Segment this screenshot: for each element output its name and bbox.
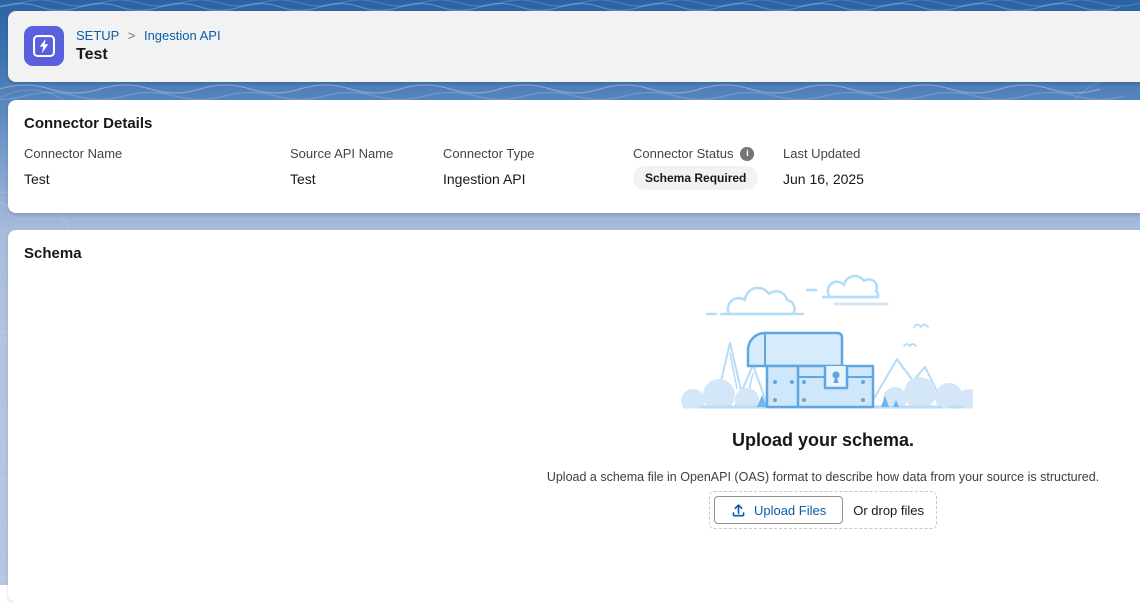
- file-drop-zone[interactable]: Upload Files Or drop files: [709, 491, 937, 529]
- field-value: Test: [290, 171, 443, 187]
- schema-heading: Schema: [8, 230, 1140, 262]
- empty-state-title: Upload your schema.: [732, 430, 914, 451]
- field-last-updated: Last Updated Jun 16, 2025: [783, 146, 864, 190]
- schema-card: Schema: [8, 230, 1140, 602]
- field-label: Source API Name: [290, 146, 443, 161]
- field-label: Connector Type: [443, 146, 633, 161]
- page-header-card: SETUP > Ingestion API Test: [8, 11, 1140, 82]
- upload-files-button[interactable]: Upload Files: [714, 496, 843, 524]
- field-connector-type: Connector Type Ingestion API: [443, 146, 633, 190]
- field-value: Test: [24, 171, 290, 187]
- or-drop-files-label: Or drop files: [853, 503, 932, 518]
- treasure-chest-illustration: [673, 267, 973, 417]
- lightning-bolt-icon: [31, 33, 57, 59]
- field-connector-status: Connector Status i Schema Required: [633, 146, 783, 190]
- breadcrumb-setup-link[interactable]: SETUP: [76, 28, 119, 43]
- status-badge: Schema Required: [633, 166, 758, 190]
- upload-icon: [731, 503, 746, 518]
- info-icon[interactable]: i: [740, 147, 754, 161]
- field-label: Connector Status: [633, 146, 733, 161]
- upload-files-label: Upload Files: [754, 503, 826, 518]
- connector-details-heading: Connector Details: [8, 100, 1140, 132]
- schema-empty-state: Upload your schema. Upload a schema file…: [8, 262, 1140, 529]
- field-value: Ingestion API: [443, 171, 633, 187]
- page-title: Test: [76, 46, 221, 64]
- field-label: Last Updated: [783, 146, 864, 161]
- connector-details-card: Connector Details Connector Name Test So…: [8, 100, 1140, 213]
- field-label: Connector Name: [24, 146, 290, 161]
- breadcrumb: SETUP > Ingestion API: [76, 28, 221, 43]
- ingestion-api-app-icon: [24, 26, 64, 66]
- connector-details-fields: Connector Name Test Source API Name Test…: [8, 146, 1140, 190]
- empty-state-description: Upload a schema file in OpenAPI (OAS) fo…: [547, 470, 1099, 484]
- breadcrumb-ingestion-api-link[interactable]: Ingestion API: [144, 28, 221, 43]
- breadcrumb-separator: >: [128, 28, 136, 43]
- field-value: Jun 16, 2025: [783, 171, 864, 187]
- field-source-api-name: Source API Name Test: [290, 146, 443, 190]
- field-connector-name: Connector Name Test: [24, 146, 290, 190]
